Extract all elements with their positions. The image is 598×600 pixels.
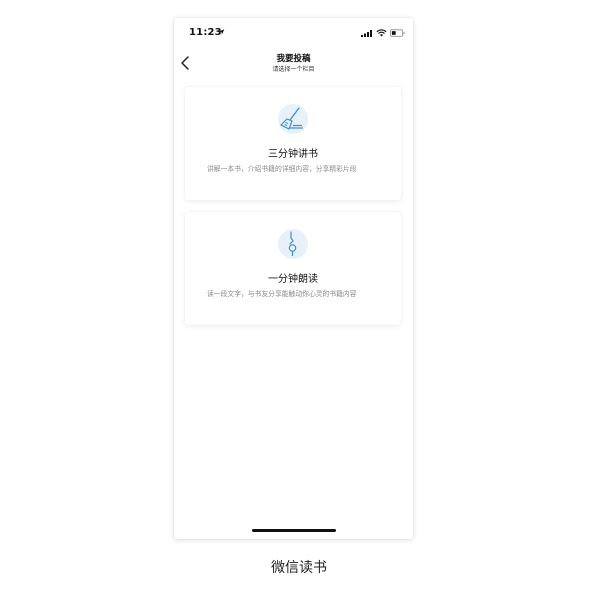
status-bar: 11:23 [174,18,413,48]
navigation-bar: 我要投稿 请选择一个栏目 [174,48,413,78]
status-time: 11:23 [189,27,222,38]
phone-screen: 11:23 我要投稿 请选择一个栏目 三分钟讲书 讲解一本书，介绍书籍的详细内容… [174,18,413,539]
wifi-icon [376,29,387,37]
page-title: 我要投稿 [276,54,311,64]
card-title: 一分钟朗读 [268,274,318,285]
location-arrow-icon [218,29,225,35]
card-book-talk[interactable]: 三分钟讲书 讲解一本书，介绍书籍的详细内容，分享精彩片段 [185,87,401,200]
caption: 微信读书 [271,560,327,576]
card-description: 讲解一本书，介绍书籍的详细内容，分享精彩片段 [207,165,357,173]
broom-icon [278,104,308,134]
page-subtitle: 请选择一个栏目 [272,66,315,73]
card-description: 读一段文字，与书友分享能触动你心灵的书籍内容 [207,290,357,298]
cellular-signal-icon [361,30,372,37]
card-title: 三分钟讲书 [268,149,318,160]
battery-icon [390,29,405,37]
microphone-icon [278,229,308,259]
card-reading[interactable]: 一分钟朗读 读一段文字，与书友分享能触动你心灵的书籍内容 [185,212,401,325]
home-indicator[interactable] [252,529,336,532]
